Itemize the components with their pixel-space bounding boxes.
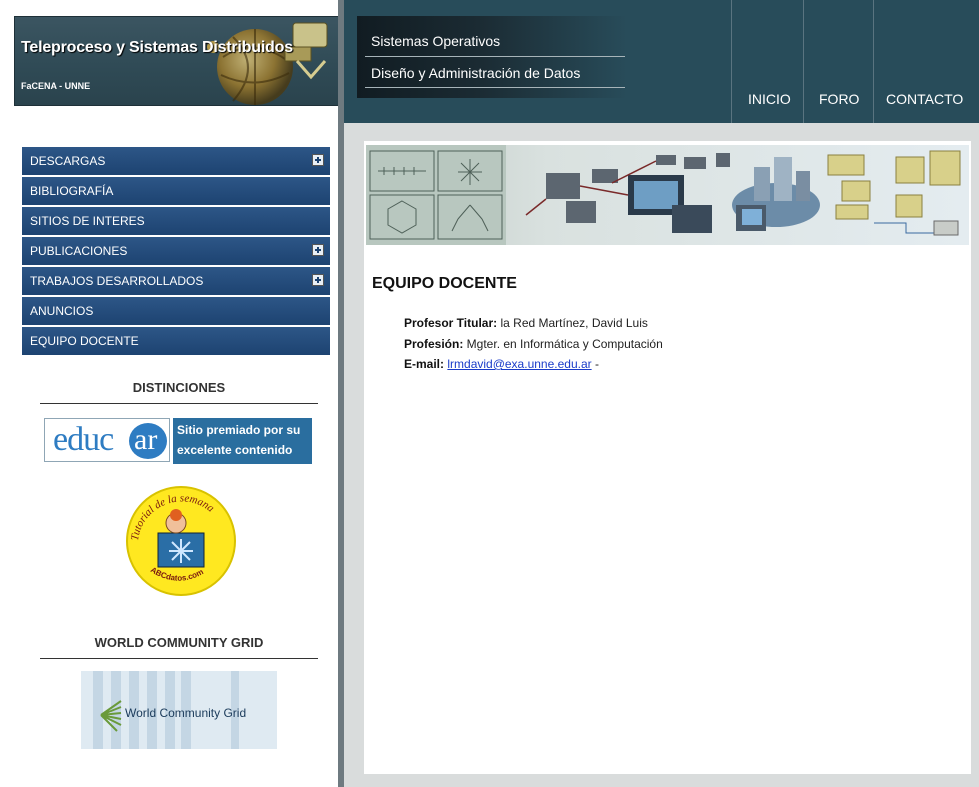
svg-text:World Community Grid: World Community Grid [125,706,246,720]
detail-profesion: Profesión: Mgter. en Informática y Compu… [404,337,663,351]
distinciones-heading: DISTINCIONES [40,380,318,404]
world-community-grid-banner[interactable]: World Community Grid [81,671,277,749]
wcg-logo-icon: World Community Grid [81,671,277,749]
menu-item-equipo-docente[interactable]: EQUIPO DOCENTE [22,327,330,355]
menu-item-sitios-de-interes[interactable]: SITIOS DE INTERES [22,207,330,235]
sidebar-menu: DESCARGAS BIBLIOGRAFÍA SITIOS DE INTERES… [22,147,330,357]
nav-divider [873,0,874,123]
email-link[interactable]: lrmdavid@exa.unne.edu.ar [447,357,591,371]
site-title[interactable]: Teleproceso y Sistemas Distribuidos [21,39,293,57]
menu-item-label: TRABAJOS DESARROLLADOS [30,274,204,288]
menu-item-label: BIBLIOGRAFÍA [30,184,114,198]
menu-item-label: DESCARGAS [30,154,106,168]
subject-links-panel [357,16,627,98]
divider [365,87,625,88]
expand-plus-icon[interactable] [312,244,324,256]
site-subtitle: FaCENA - UNNE [21,81,91,91]
expand-plus-icon[interactable] [312,274,324,286]
detail-email: E-mail: lrmdavid@exa.unne.edu.ar - [404,357,599,371]
site-header[interactable]: Teleproceso y Sistemas Distribuidos FaCE… [14,16,342,106]
menu-item-label: PUBLICACIONES [30,244,128,258]
abcdatos-tutorial-badge[interactable]: Tutorial de la semana ABCdatos.com [124,481,236,599]
menu-item-label: EQUIPO DOCENTE [30,334,139,348]
detail-profesor-titular: Profesor Titular: la Red Martínez, David… [404,316,648,330]
expand-plus-icon[interactable] [312,154,324,166]
globe-network-image [207,22,328,105]
detail-value: Mgter. en Informática y Computación [463,337,663,351]
educar-logo-ar: ar [134,423,158,456]
detail-value: la Red Martínez, David Luis [497,316,648,330]
educar-logo-text: educ [53,421,114,458]
divider [365,56,625,57]
menu-item-bibliografia[interactable]: BIBLIOGRAFÍA [22,177,330,205]
educar-logo: educ ar [44,418,170,462]
nav-contacto[interactable]: CONTACTO [886,91,963,107]
menu-item-anuncios[interactable]: ANUNCIOS [22,297,330,325]
detail-label: E-mail: [404,357,445,371]
wcg-heading: WORLD COMMUNITY GRID [40,635,318,659]
subject-link-sistemas-operativos[interactable]: Sistemas Operativos [371,33,500,49]
educar-caption: Sitio premiado por su excelente contenid… [173,418,312,464]
menu-item-descargas[interactable]: DESCARGAS [22,147,330,175]
detail-label: Profesión: [404,337,464,351]
detail-label: Profesor Titular: [404,316,498,330]
page-heading: EQUIPO DOCENTE [372,275,517,292]
nav-divider [803,0,804,123]
email-suffix: - [591,357,599,371]
educar-award-badge[interactable]: educ ar Sitio premiado por su excelente … [44,418,312,464]
subject-link-diseno-datos[interactable]: Diseño y Administración de Datos [371,65,580,81]
nav-foro[interactable]: FORO [819,91,859,107]
nav-divider [731,0,732,123]
nav-inicio[interactable]: INICIO [748,91,791,107]
menu-item-publicaciones[interactable]: PUBLICACIONES [22,237,330,265]
menu-item-label: SITIOS DE INTERES [30,214,145,228]
network-topology-banner [366,145,969,245]
menu-item-label: ANUNCIOS [30,304,94,318]
menu-item-trabajos-desarrollados[interactable]: TRABAJOS DESARROLLADOS [22,267,330,295]
